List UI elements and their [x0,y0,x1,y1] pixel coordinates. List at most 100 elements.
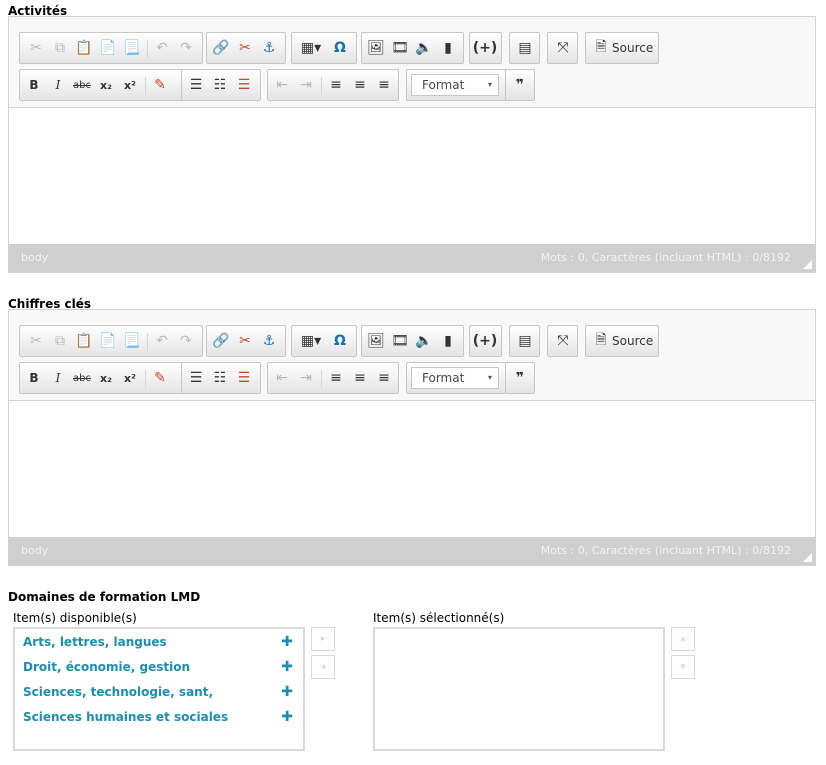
indent-icon[interactable]: ⇥ [294,366,318,390]
omega-icon[interactable]: Ω [328,36,352,60]
source-group[interactable]: 🗎 Source [585,32,659,64]
plus-icon[interactable]: ✚ [281,709,293,725]
paste-word-icon[interactable]: 📃 [120,329,144,353]
video-icon[interactable]: 🎞 [388,329,412,353]
undo-icon[interactable]: ↶ [150,36,174,60]
bulleted-list-icon[interactable]: ☷ [208,73,232,97]
maximize-icon[interactable]: ⤧ [551,36,575,60]
indent-icon[interactable]: ⇥ [294,73,318,97]
anchor-icon[interactable]: ⚓ [257,329,281,353]
superscript-button[interactable]: x² [118,366,142,390]
plus-icon[interactable]: ✚ [281,684,293,700]
audio-icon[interactable]: 🔈 [412,329,436,353]
plus-icon[interactable]: ✚ [281,659,293,675]
blockquote-icon[interactable]: ❞ [508,366,532,390]
paste-icon[interactable]: 📋 [72,36,96,60]
italic-button[interactable]: I [46,366,70,390]
align-left-icon[interactable]: ≡ [324,73,348,97]
element-path[interactable]: body [21,544,48,557]
resize-handle-icon[interactable] [803,553,812,562]
move-left-button[interactable]: ◂ [311,655,335,679]
strike-button[interactable]: abc [70,366,94,390]
align-left-icon[interactable]: ≡ [324,366,348,390]
paste-text-icon[interactable]: 📄 [96,36,120,60]
paste-text-icon[interactable]: 📄 [96,329,120,353]
eraser-icon[interactable]: ✎ [148,366,172,390]
placeholder-icon[interactable]: (+) [473,329,498,353]
align-right-icon[interactable]: ≡ [372,366,396,390]
bold-button[interactable]: B [22,73,46,97]
redo-icon[interactable]: ↷ [174,36,198,60]
remove-list-icon[interactable]: ☰ [232,366,256,390]
outdent-icon[interactable]: ⇤ [270,366,294,390]
omega-icon[interactable]: Ω [328,329,352,353]
paste-icon[interactable]: 📋 [72,329,96,353]
image-icon[interactable]: 🖼 [364,329,388,353]
editor-content-area[interactable] [9,400,815,537]
superscript-button[interactable]: x² [118,73,142,97]
bulleted-list-icon[interactable]: ☷ [208,366,232,390]
unlink-icon[interactable]: ✂ [233,329,257,353]
editor-content-area[interactable] [9,107,815,244]
insert-group: ▦▾ Ω [291,32,357,64]
numbered-list-icon[interactable]: ☰ [184,366,208,390]
list-item[interactable]: Droit, économie, gestion [23,660,190,674]
plus-icon[interactable]: ✚ [281,634,293,650]
format-select[interactable]: Format ▾ [411,74,499,96]
list-item[interactable]: Sciences humaines et sociales [23,710,228,724]
scissors-icon[interactable]: ✂ [24,36,48,60]
iframe-icon[interactable]: ▮ [436,36,460,60]
redo-icon[interactable]: ↷ [174,329,198,353]
source-button-label[interactable]: Source [612,36,653,60]
numbered-list-icon[interactable]: ☰ [184,73,208,97]
list-item[interactable]: Sciences, technologie, sant, [23,685,213,699]
chevron-down-icon: ▾ [487,80,492,89]
strike-button[interactable]: abc [70,73,94,97]
source-group[interactable]: 🗎 Source [585,325,659,357]
move-right-button[interactable]: ▸ [311,627,335,651]
maximize-icon[interactable]: ⤧ [551,329,575,353]
table-icon[interactable]: ▦▾ [296,36,326,60]
undo-icon[interactable]: ↶ [150,329,174,353]
copy-icon[interactable]: ⧉ [48,36,72,60]
basicstyles-group: B I abc x₂ x² ✎ [19,362,185,394]
copy-icon[interactable]: ⧉ [48,329,72,353]
pagebreak-icon[interactable]: ▤ [513,36,537,60]
format-label: Format [422,371,465,385]
audio-icon[interactable]: 🔈 [412,36,436,60]
image-icon[interactable]: 🖼 [364,36,388,60]
bold-button[interactable]: B [22,366,46,390]
scissors-icon[interactable]: ✂ [24,329,48,353]
iframe-icon[interactable]: ▮ [436,329,460,353]
clipboard-group: ✂ ⧉ 📋 📄 📃 ↶ ↷ [19,325,203,357]
format-select[interactable]: Format ▾ [411,367,499,389]
placeholder-icon[interactable]: (+) [473,36,498,60]
blockquote-icon[interactable]: ❞ [508,73,532,97]
outdent-icon[interactable]: ⇤ [270,73,294,97]
paste-word-icon[interactable]: 📃 [120,36,144,60]
anchor-icon[interactable]: ⚓ [257,36,281,60]
video-icon[interactable]: 🎞 [388,36,412,60]
move-up-button[interactable]: ▴ [671,627,695,651]
link-icon[interactable]: 🔗 [209,36,233,60]
subscript-button[interactable]: x₂ [94,366,118,390]
list-item[interactable]: Arts, lettres, langues [23,635,167,649]
source-button-label[interactable]: Source [612,329,653,353]
table-icon[interactable]: ▦▾ [296,329,326,353]
indent-align-group: ⇤ ⇥ ≡ ≡ ≡ [267,362,399,394]
pagebreak-icon[interactable]: ▤ [513,329,537,353]
align-center-icon[interactable]: ≡ [348,366,372,390]
resize-handle-icon[interactable] [803,260,812,269]
italic-button[interactable]: I [46,73,70,97]
subscript-button[interactable]: x₂ [94,73,118,97]
remove-list-icon[interactable]: ☰ [232,73,256,97]
selected-list[interactable] [373,627,665,751]
eraser-icon[interactable]: ✎ [148,73,172,97]
unlink-icon[interactable]: ✂ [233,36,257,60]
align-right-icon[interactable]: ≡ [372,73,396,97]
element-path[interactable]: body [21,251,48,264]
align-center-icon[interactable]: ≡ [348,73,372,97]
move-down-button[interactable]: ▾ [671,655,695,679]
link-icon[interactable]: 🔗 [209,329,233,353]
format-label: Format [422,78,465,92]
